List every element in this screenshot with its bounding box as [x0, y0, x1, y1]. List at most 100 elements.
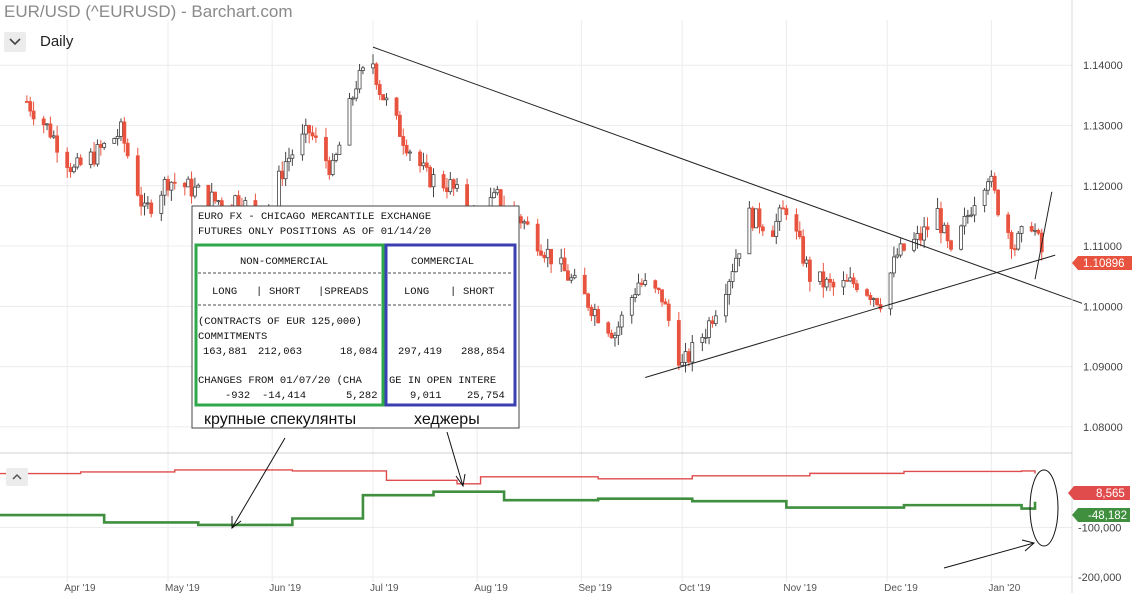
arrow-hedgers — [446, 431, 464, 487]
pane-collapse-button[interactable] — [6, 468, 28, 486]
x-tick-label: Apr '19 — [64, 583, 96, 593]
candle-body — [801, 236, 806, 264]
candle-body — [196, 184, 201, 188]
candle-body — [844, 279, 849, 282]
candle-body — [700, 337, 705, 343]
cot-table: EURO FX - CHICAGO MERCANTILE EXCHANGE FU… — [191, 205, 520, 429]
annotation-arrows — [231, 431, 1059, 569]
x-tick-label: Sep '19 — [578, 583, 612, 593]
candle-body — [851, 277, 856, 285]
candle-body — [690, 342, 695, 363]
candle-body — [122, 121, 127, 144]
candle-body — [676, 320, 681, 366]
candle-body — [727, 281, 732, 295]
noncommercial-title: NON-COMMERCIAL — [240, 256, 328, 268]
candle-body — [445, 187, 449, 193]
nc-sep: | — [256, 286, 262, 298]
c-long-value: 297,419 — [398, 346, 442, 358]
candle-body — [596, 309, 601, 324]
candle-body — [324, 137, 328, 162]
candle-body — [327, 160, 332, 175]
candle-body — [747, 207, 752, 255]
candle-body — [1029, 226, 1034, 232]
candle-body — [619, 314, 624, 328]
candle-body — [48, 123, 53, 138]
candle-body — [142, 202, 147, 207]
candle-body — [918, 233, 923, 241]
candle-body — [45, 123, 49, 126]
speculators-label: крупные спекулянты — [204, 411, 356, 428]
candle-body — [545, 248, 550, 259]
contracts-line: (CONTRACTS OF EUR 125,000) — [198, 316, 362, 328]
candle-body — [307, 125, 312, 134]
x-tick-label: Dec '19 — [884, 583, 918, 593]
candle-body — [277, 170, 281, 209]
candle-body — [88, 151, 93, 165]
hedgers-label: хеджеры — [414, 411, 480, 428]
candle-body — [492, 192, 496, 199]
candle-body — [942, 224, 947, 234]
candle-body — [606, 322, 611, 334]
candle-body — [451, 179, 456, 189]
candle-body — [149, 202, 154, 214]
arrow-bottom-right — [943, 542, 1035, 569]
y-tick-label: 1.13000 — [1083, 120, 1123, 132]
candle-body — [589, 307, 594, 317]
candle-body — [186, 178, 191, 188]
candle-body — [213, 191, 217, 202]
candle-body — [401, 136, 406, 146]
y-tick-label: 1.11000 — [1083, 241, 1122, 253]
candle-body — [28, 101, 33, 112]
candle-body — [357, 70, 362, 90]
candle-body — [525, 221, 530, 225]
candle-body — [139, 194, 144, 207]
candle-body — [737, 253, 742, 259]
timeframe-label[interactable]: Daily — [40, 33, 73, 50]
candle-body — [922, 226, 927, 241]
ch-nc-long: -932 — [225, 390, 250, 402]
last-price-badge: 1.10896 — [1072, 256, 1132, 270]
green-line-badge: -48,182 — [1072, 508, 1130, 522]
candle-body — [945, 224, 950, 242]
candle-body — [98, 144, 103, 148]
candle-body — [559, 257, 564, 265]
candle-body — [703, 337, 708, 339]
candle-body — [821, 271, 826, 288]
candle-body — [660, 289, 664, 303]
time-axis: Apr '19 May '19 Jun '19 Jul '19 Aug '19 Sep '… — [64, 583, 1021, 593]
candle-body — [831, 281, 836, 288]
candle-body — [498, 189, 503, 207]
c-sep: | — [450, 286, 456, 298]
candle-body — [193, 186, 197, 197]
candle-body — [384, 97, 389, 101]
candle-body — [381, 94, 385, 101]
x-tick-label: Aug '19 — [474, 583, 508, 593]
timeframe-dropdown-button[interactable] — [4, 32, 26, 52]
nc-col-spreads: |SPREADS — [318, 286, 368, 298]
candle-body — [871, 298, 876, 300]
candle-body — [539, 250, 543, 256]
candle-body — [723, 294, 728, 317]
candle-body — [636, 282, 641, 296]
candle-body — [965, 215, 970, 218]
candle-body — [750, 207, 755, 229]
candle-body — [656, 287, 661, 291]
candle-body — [535, 223, 540, 252]
candle-body — [875, 298, 879, 305]
candle-body — [962, 215, 967, 227]
candle-body — [374, 63, 379, 85]
candle-body — [361, 67, 365, 71]
candle-body — [448, 179, 453, 193]
candle-body — [522, 221, 527, 224]
cot-series-line — [0, 469, 1036, 485]
ch-nc-short: -14,414 — [262, 390, 306, 402]
candle-body — [1016, 232, 1021, 250]
candle-body — [431, 174, 436, 188]
candle-body — [92, 151, 96, 165]
candle-body — [169, 181, 174, 191]
red-line-badge: 8,565 — [1068, 486, 1130, 500]
candle-body — [68, 167, 73, 173]
candle-body — [707, 320, 711, 338]
candle-body — [949, 240, 953, 250]
candle-body — [734, 257, 738, 273]
